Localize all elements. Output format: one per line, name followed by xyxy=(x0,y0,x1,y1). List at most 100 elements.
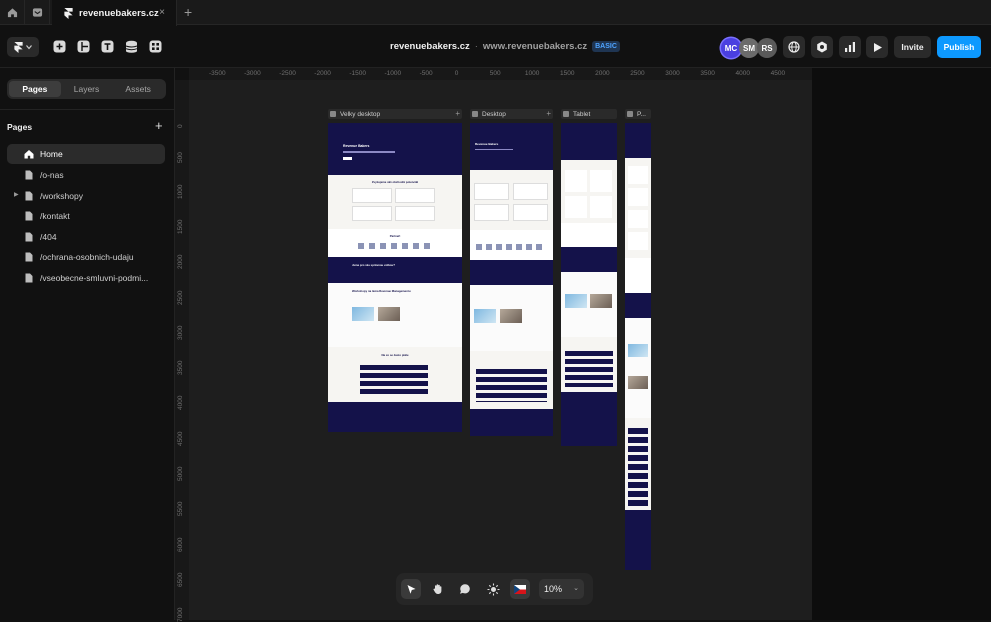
sidebar-item-o-nas[interactable]: /o-nas xyxy=(7,165,165,185)
faq-list xyxy=(565,351,613,387)
play-icon[interactable] xyxy=(330,111,336,117)
page-icon xyxy=(25,273,33,283)
bottom-toolbar: 10% ⌄ xyxy=(396,573,593,605)
page-icon xyxy=(25,211,33,221)
bar-chart-icon xyxy=(845,42,855,52)
site-domain[interactable]: www.revenuebakers.cz xyxy=(483,41,587,52)
comment-tool-button[interactable] xyxy=(455,579,475,599)
tab-layers[interactable]: Layers xyxy=(61,81,113,97)
play-icon[interactable] xyxy=(563,111,569,117)
ruler-tick-label: 1000 xyxy=(524,70,540,77)
frame-label-desktop[interactable]: Desktop + xyxy=(470,109,553,119)
theme-toggle-button[interactable] xyxy=(483,579,503,599)
add-page-button[interactable]: + xyxy=(155,118,163,133)
ruler-tick-label: -2500 xyxy=(279,70,296,77)
service-card xyxy=(395,188,435,203)
canvas[interactable]: -3500 -3000 -2500 -2000 -1500 -1000 -500 0 500 10… xyxy=(175,68,991,622)
cta-section xyxy=(470,260,553,285)
sidebar-item-vseobecne-smluvni-podminky[interactable]: /vseobecne-smluvni-podmi... xyxy=(7,268,165,288)
frame-label-phone[interactable]: P... xyxy=(625,109,651,119)
sidebar-item-kontakt[interactable]: /kontakt xyxy=(7,206,165,226)
components-icon[interactable] xyxy=(149,40,162,53)
ruler-tick-label: 3500 xyxy=(177,360,184,376)
tab-pages[interactable]: Pages xyxy=(9,81,61,97)
framer-logo-icon xyxy=(64,7,73,19)
partners-section xyxy=(625,258,651,293)
project-name[interactable]: revenuebakers.cz xyxy=(390,41,470,52)
workshop-image xyxy=(628,344,648,357)
frame-desktop[interactable]: Revenue Bakers xyxy=(470,123,553,436)
frame-tablet[interactable] xyxy=(561,123,617,446)
services-section xyxy=(470,170,553,230)
faq-section xyxy=(470,351,553,409)
play-icon xyxy=(873,42,882,52)
hand-tool-button[interactable] xyxy=(428,579,448,599)
publish-button[interactable]: Publish xyxy=(937,36,981,58)
preview-button[interactable] xyxy=(866,36,888,58)
zoom-select[interactable]: 10% ⌄ xyxy=(539,579,584,599)
insert-icon[interactable] xyxy=(53,40,66,53)
close-tab-icon[interactable]: × xyxy=(159,7,165,18)
cms-icon[interactable] xyxy=(125,40,138,53)
home-tab-button[interactable] xyxy=(0,0,25,25)
avatar[interactable]: MC xyxy=(721,38,741,58)
settings-button[interactable] xyxy=(811,36,833,58)
main-menu-button[interactable] xyxy=(7,37,39,57)
layout-icon[interactable] xyxy=(77,40,90,53)
tab-assets[interactable]: Assets xyxy=(112,81,164,97)
faq-list xyxy=(476,369,547,402)
new-tab-button[interactable]: + xyxy=(184,4,192,20)
hero-section xyxy=(625,123,651,158)
ruler-tick-label: 500 xyxy=(489,70,501,77)
avatar[interactable]: RS xyxy=(757,38,777,58)
avatar-initials: SM xyxy=(743,43,755,53)
ruler-tick-label: -500 xyxy=(419,70,433,77)
service-card xyxy=(352,206,392,221)
services-section: Zvyšujeme váš obchodní potenciál xyxy=(328,175,462,229)
invite-button[interactable]: Invite xyxy=(894,36,931,58)
sidebar-item-ochrana-osobnich-udaju[interactable]: /ochrana-osobnich-udaju xyxy=(7,247,165,267)
ruler-tick-label: 3000 xyxy=(177,325,184,340)
frame-label-velky-desktop[interactable]: Velky desktop + xyxy=(328,109,462,119)
chevron-down-icon xyxy=(26,45,32,50)
service-card xyxy=(513,183,548,200)
frame-label-tablet[interactable]: Tablet xyxy=(561,109,617,119)
workshop-image xyxy=(474,309,496,323)
analytics-button[interactable] xyxy=(839,36,861,58)
ruler-tick-label: -1000 xyxy=(384,70,402,77)
project-tab-label: revenuebakers.cz xyxy=(79,7,159,19)
workshop-image xyxy=(378,307,400,321)
workshop-image xyxy=(590,294,612,308)
service-card xyxy=(565,170,587,192)
site-settings-button[interactable] xyxy=(783,36,805,58)
chevron-down-icon: ⌄ xyxy=(573,585,579,592)
play-icon[interactable] xyxy=(627,111,633,117)
add-breakpoint-icon[interactable]: + xyxy=(546,109,551,118)
project-tab[interactable]: revenuebakers.cz × xyxy=(52,0,177,26)
inbox-tab-button[interactable] xyxy=(25,0,50,25)
services-section xyxy=(561,160,617,223)
globe-icon xyxy=(788,41,800,53)
sidebar-item-404[interactable]: /404 xyxy=(7,227,165,247)
page-icon xyxy=(25,170,33,180)
sidebar-item-home[interactable]: Home xyxy=(7,144,165,164)
avatar[interactable]: SM xyxy=(739,38,759,58)
add-breakpoint-icon[interactable]: + xyxy=(455,109,460,118)
locale-button[interactable] xyxy=(510,579,530,599)
top-toolbar: revenuebakers.cz · www.revenuebakers.cz … xyxy=(0,26,991,68)
plan-badge: BASIC xyxy=(592,41,620,52)
cursor-icon xyxy=(407,584,415,594)
frame-velky-desktop[interactable]: Revenue Bakers Zvyšujeme váš obchodní po… xyxy=(328,123,462,432)
ruler-tick-label: 4500 xyxy=(177,431,184,446)
ruler-horizontal: -3500 -3000 -2500 -2000 -1500 -1000 -500 0 500 10… xyxy=(189,68,812,80)
service-card xyxy=(590,196,612,218)
text-icon[interactable] xyxy=(101,40,114,53)
service-card xyxy=(513,204,548,221)
service-card xyxy=(352,188,392,203)
select-tool-button[interactable] xyxy=(401,579,421,599)
chevron-right-icon[interactable]: ▶ xyxy=(14,191,19,198)
play-icon[interactable] xyxy=(472,111,478,117)
sidebar-item-workshopy[interactable]: ▶ /workshopy xyxy=(7,186,165,206)
ruler-tick-label: 2000 xyxy=(177,254,184,270)
frame-phone[interactable] xyxy=(625,123,651,570)
